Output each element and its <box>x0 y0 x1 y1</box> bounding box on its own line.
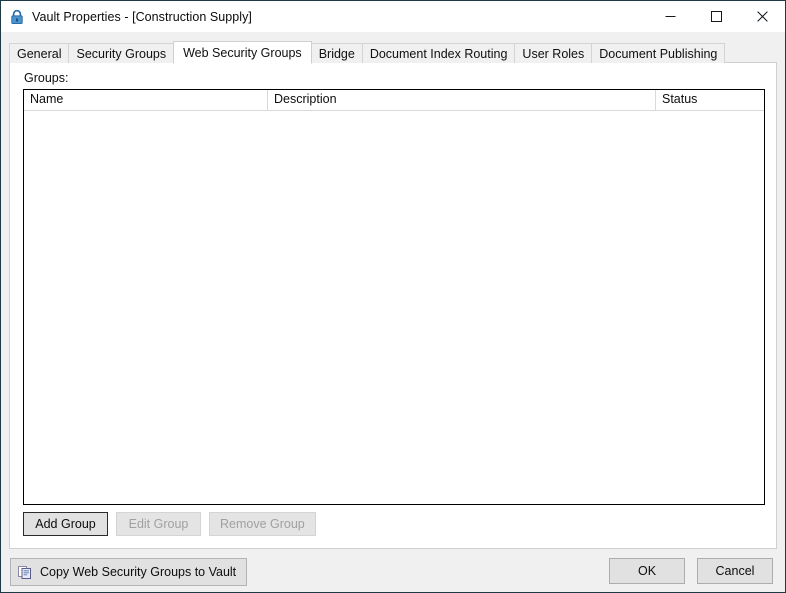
add-group-button[interactable]: Add Group <box>23 512 108 536</box>
maximize-icon <box>710 11 722 22</box>
tab-document-publishing[interactable]: Document Publishing <box>591 43 726 63</box>
vault-properties-dialog: Vault Properties - [Construction Supply] <box>0 0 786 593</box>
dialog-footer: Copy Web Security Groups to Vault OK Can… <box>1 550 785 592</box>
remove-group-button: Remove Group <box>209 512 316 536</box>
cancel-button[interactable]: Cancel <box>697 558 773 584</box>
tab-security-groups[interactable]: Security Groups <box>68 43 175 63</box>
groups-list-header: Name Description Status <box>24 90 764 111</box>
tab-web-security-groups[interactable]: Web Security Groups <box>173 41 312 64</box>
groups-label: Groups: <box>24 71 69 85</box>
tab-label: Document Index Routing <box>369 47 508 61</box>
column-header-name[interactable]: Name <box>24 90 268 110</box>
padlock-icon <box>11 9 23 24</box>
edit-group-button: Edit Group <box>116 512 201 536</box>
tab-label: General <box>17 47 62 61</box>
title-bar: Vault Properties - [Construction Supply] <box>1 1 785 32</box>
tab-label: Security Groups <box>76 47 167 61</box>
close-button[interactable] <box>739 1 785 32</box>
close-icon <box>756 11 768 22</box>
tab-general[interactable]: General <box>9 43 70 63</box>
tab-user-roles[interactable]: User Roles <box>514 43 593 63</box>
tab-document-index-routing[interactable]: Document Index Routing <box>361 43 516 63</box>
groups-list-body[interactable] <box>24 111 764 504</box>
web-security-groups-panel: Groups: Name Description Status Add Grou… <box>9 62 777 549</box>
tab-label: Document Publishing <box>599 47 718 61</box>
ok-button[interactable]: OK <box>609 558 685 584</box>
window-title: Vault Properties - [Construction Supply] <box>32 9 252 24</box>
column-header-status[interactable]: Status <box>656 90 764 110</box>
window-controls <box>647 1 785 32</box>
tab-bridge[interactable]: Bridge <box>310 43 363 63</box>
dialog-footer-buttons: OK Cancel <box>609 558 773 584</box>
copy-documents-icon <box>18 566 31 579</box>
tab-strip: General Security Groups Web Security Gro… <box>9 41 726 64</box>
copy-button-label: Copy Web Security Groups to Vault <box>40 565 237 579</box>
minimize-icon <box>665 16 675 17</box>
tab-label: Bridge <box>318 47 355 61</box>
tab-label: User Roles <box>522 47 585 61</box>
group-action-buttons: Add Group Edit Group Remove Group <box>23 512 316 536</box>
minimize-button[interactable] <box>647 1 693 32</box>
copy-web-security-groups-to-vault-button[interactable]: Copy Web Security Groups to Vault <box>10 558 248 586</box>
tab-label: Web Security Groups <box>183 46 302 60</box>
groups-list[interactable]: Name Description Status <box>23 89 765 505</box>
maximize-button[interactable] <box>693 1 739 32</box>
column-header-description[interactable]: Description <box>268 90 656 110</box>
